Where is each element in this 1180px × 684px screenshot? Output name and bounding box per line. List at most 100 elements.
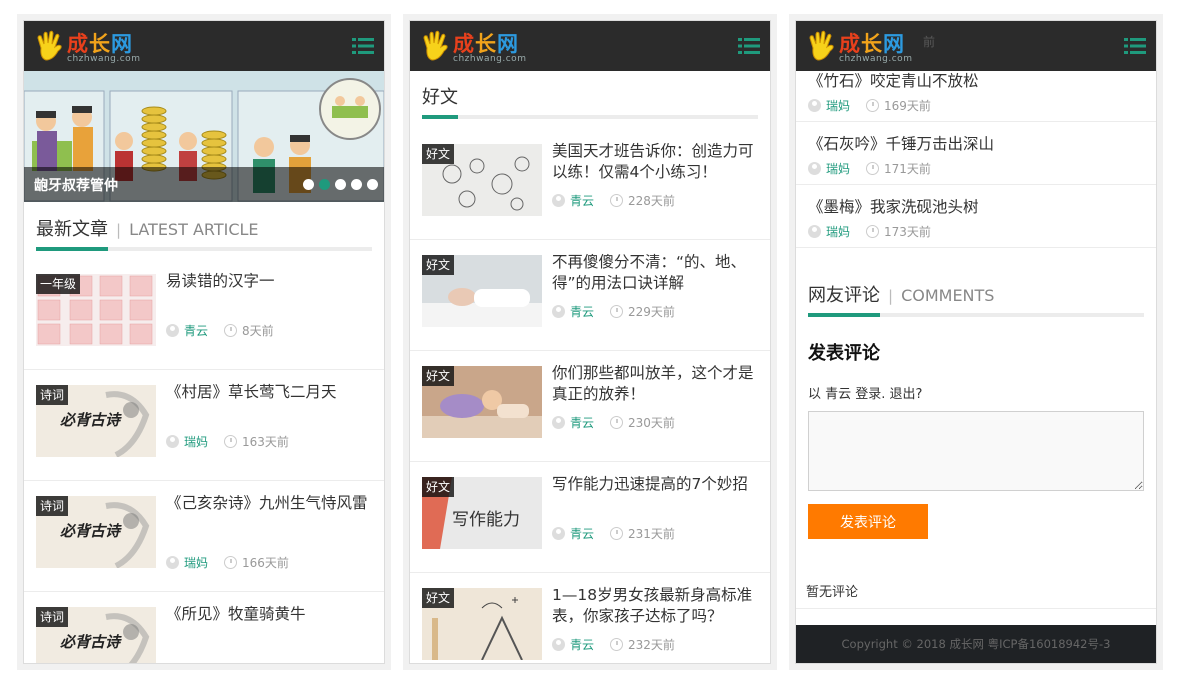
article-author[interactable]: 青云 [570, 636, 594, 653]
article-author[interactable]: 青云 [184, 322, 208, 339]
article-thumbnail[interactable]: 诗词 必背古诗 [36, 385, 156, 457]
article-title[interactable]: 《所见》牧童骑黄牛 [166, 604, 372, 625]
article-tag: 一年级 [36, 274, 81, 294]
slider-dot[interactable] [303, 179, 314, 190]
article-meta: 青云 230天前 [552, 414, 675, 431]
site-logo[interactable]: 成长网 chzhwang.com [805, 27, 925, 67]
top-bar: 成长网 chzhwang.com [410, 21, 770, 71]
article-item[interactable]: 好文 1—18岁男女孩最新身高标准表，你家孩子达标了吗？ 青云 232天前 [410, 573, 770, 663]
related-author[interactable]: 瑞妈 [826, 97, 850, 114]
clock-icon [610, 194, 624, 207]
related-time: 169天前 [884, 99, 931, 113]
site-logo[interactable]: 成长网 chzhwang.com [33, 27, 153, 67]
article-author[interactable]: 青云 [570, 192, 594, 209]
user-icon [166, 556, 179, 569]
screen-1: 成长网 chzhwang.com 龅牙叔荐管仲 最新文章 | LATEST AR… [23, 20, 385, 664]
article-tag: 诗词 [36, 385, 69, 405]
article-title[interactable]: 易读错的汉字一 [166, 271, 372, 292]
article-tag: 好文 [422, 477, 455, 497]
article-meta: 瑞妈 163天前 [166, 433, 289, 450]
user-icon [166, 324, 179, 337]
article-time: 228天前 [628, 194, 675, 208]
article-thumbnail[interactable]: 一年级 [36, 274, 156, 346]
article-author[interactable]: 青云 [570, 525, 594, 542]
article-item[interactable]: 好文 写作能力 写作能力迅速提高的7个妙招 青云 231天前 [410, 462, 770, 573]
related-item[interactable]: 《石灰吟》千锤万击出深山 瑞妈 171天前 [796, 122, 1156, 185]
article-tag: 诗词 [36, 496, 69, 516]
clock-icon [866, 162, 880, 175]
article-title[interactable]: 美国天才班告诉你：创造力可以练！仅需4个小练习！ [552, 141, 758, 183]
section-header-haowen: 好文 [422, 83, 758, 119]
article-thumbnail[interactable]: 好文 写作能力 [422, 477, 542, 549]
top-bar: 成长网 chzhwang.com 前 [796, 21, 1156, 71]
article-author[interactable]: 青云 [570, 414, 594, 431]
related-author[interactable]: 瑞妈 [826, 160, 850, 177]
user-icon [808, 99, 821, 112]
article-tag: 诗词 [36, 607, 69, 627]
slider-dot[interactable] [335, 179, 346, 190]
user-icon [552, 527, 565, 540]
section-title-zh: 网友评论 [808, 285, 880, 306]
article-thumbnail[interactable]: 诗词 必背古诗 [36, 607, 156, 663]
user-icon [166, 435, 179, 448]
menu-icon[interactable] [738, 37, 760, 55]
article-thumbnail[interactable]: 好文 [422, 255, 542, 327]
related-title[interactable]: 《竹石》咬定青山不放松 [808, 69, 979, 91]
brand-domain: chzhwang.com [839, 54, 913, 64]
article-title[interactable]: 你们那些都叫放羊，这个才是真正的放养！ [552, 363, 758, 405]
comment-textarea[interactable] [808, 411, 1144, 491]
related-author[interactable]: 瑞妈 [826, 223, 850, 240]
article-item[interactable]: 好文 你们那些都叫放羊，这个才是真正的放养！ 青云 230天前 [410, 351, 770, 462]
slider-dots [303, 179, 378, 190]
slider-caption[interactable]: 龅牙叔荐管仲 [34, 175, 118, 195]
brand-domain: chzhwang.com [453, 54, 527, 64]
screen-2: 成长网 chzhwang.com 好文 好文 美国天才班告诉你：创造力可以练！仅… [409, 20, 771, 664]
article-item[interactable]: 诗词 必背古诗 《己亥杂诗》九州生气恃风雷 瑞妈 166天前 [24, 481, 384, 592]
article-thumbnail[interactable]: 好文 [422, 366, 542, 438]
section-title-zh: 最新文章 [36, 219, 108, 240]
related-title[interactable]: 《墨梅》我家洗砚池头树 [808, 195, 979, 217]
article-author[interactable]: 瑞妈 [184, 433, 208, 450]
article-thumbnail[interactable]: 好文 [422, 144, 542, 216]
article-title[interactable]: 《村居》草长莺飞二月天 [166, 382, 372, 403]
hidden-time-fragment: 前 [923, 35, 936, 49]
login-status[interactable]: 以 青云 登录. 退出? [808, 383, 922, 402]
article-meta: 瑞妈 166天前 [166, 554, 289, 571]
article-tag: 好文 [422, 255, 455, 275]
article-item[interactable]: 诗词 必背古诗 《所见》牧童骑黄牛 [24, 592, 384, 663]
article-thumbnail[interactable]: 诗词 必背古诗 [36, 496, 156, 568]
section-header-latest: 最新文章 | LATEST ARTICLE [36, 215, 372, 251]
article-item[interactable]: 诗词 必背古诗 《村居》草长莺飞二月天 瑞妈 163天前 [24, 370, 384, 481]
article-title[interactable]: 1—18岁男女孩最新身高标准表，你家孩子达标了吗？ [552, 585, 758, 627]
hand-logo-icon [809, 30, 834, 61]
slider-dot-active[interactable] [319, 179, 330, 190]
clock-icon [224, 324, 238, 337]
article-item[interactable]: 好文 美国天才班告诉你：创造力可以练！仅需4个小练习！ 青云 228天前 [410, 129, 770, 240]
article-author[interactable]: 青云 [570, 303, 594, 320]
article-tag: 好文 [422, 366, 455, 386]
article-item[interactable]: 好文 不再傻傻分不清：“的、地、得”的用法口诀详解 青云 229天前 [410, 240, 770, 351]
article-author[interactable]: 瑞妈 [184, 554, 208, 571]
article-title[interactable]: 写作能力迅速提高的7个妙招 [552, 474, 758, 495]
article-meta: 青云 229天前 [552, 303, 675, 320]
submit-comment-button[interactable]: 发表评论 [808, 504, 928, 539]
menu-icon[interactable] [352, 37, 374, 55]
article-thumbnail[interactable]: 好文 [422, 588, 542, 660]
article-time: 8天前 [242, 324, 274, 338]
slider-dot[interactable] [367, 179, 378, 190]
article-time: 232天前 [628, 638, 675, 652]
article-item[interactable]: 一年级 易读错的汉字一 青云 8天前 [24, 259, 384, 370]
menu-icon[interactable] [1124, 37, 1146, 55]
top-bar: 成长网 chzhwang.com [24, 21, 384, 71]
article-time: 231天前 [628, 527, 675, 541]
user-icon [808, 225, 821, 238]
article-title[interactable]: 《己亥杂诗》九州生气恃风雷 [166, 493, 372, 514]
brand-domain: chzhwang.com [67, 54, 141, 64]
banner-slider[interactable]: 龅牙叔荐管仲 [24, 71, 384, 202]
site-logo[interactable]: 成长网 chzhwang.com [419, 27, 539, 67]
slider-dot[interactable] [351, 179, 362, 190]
related-item[interactable]: 《墨梅》我家洗砚池头树 瑞妈 173天前 [796, 185, 1156, 248]
related-title[interactable]: 《石灰吟》千锤万击出深山 [808, 132, 994, 154]
article-title[interactable]: 不再傻傻分不清：“的、地、得”的用法口诀详解 [552, 252, 758, 294]
clock-icon [866, 99, 880, 112]
